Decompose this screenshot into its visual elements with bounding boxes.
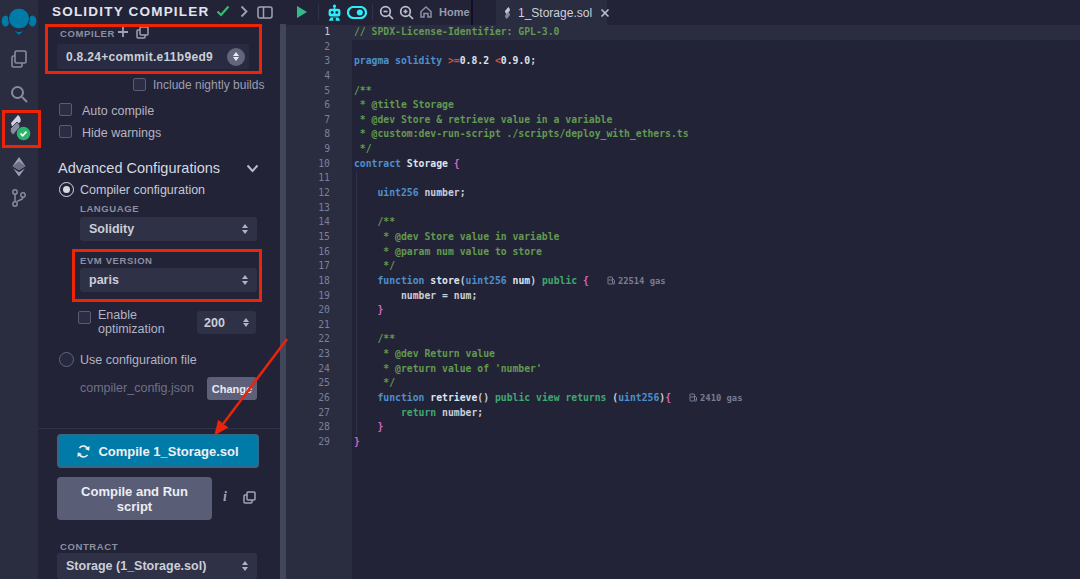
play-icon[interactable] (296, 5, 308, 19)
code-line: */ (354, 376, 742, 391)
nightly-builds-label: Include nightly builds (153, 78, 264, 92)
use-config-file-label: Use configuration file (80, 353, 197, 367)
editor-topbar: Home 1_Storage.sol (286, 0, 1080, 25)
compiler-config-radio[interactable] (59, 182, 74, 197)
annotation-box-compiler (45, 24, 262, 74)
auto-compile-checkbox[interactable] (59, 103, 72, 116)
code-line: * @dev Return value (354, 347, 742, 362)
zoom-out-icon[interactable] (379, 5, 394, 20)
tab-close-icon[interactable] (600, 8, 610, 18)
code-line: return number; (354, 406, 742, 421)
compile-success-check-icon (216, 5, 230, 17)
code-line: } (354, 303, 742, 318)
annotation-box-evm-version (72, 249, 262, 302)
code-line (354, 201, 742, 216)
panel-chevron-right-icon[interactable] (240, 5, 248, 18)
code-line: contract Storage { (354, 157, 742, 172)
enable-optimization-label: Enable optimization (98, 309, 165, 336)
solidity-file-icon (502, 6, 513, 20)
tab-storage-sol[interactable]: 1_Storage.sol (496, 0, 607, 25)
panel-divider (38, 428, 280, 429)
contract-value: Storage (1_Storage.sol) (66, 559, 206, 573)
compile-button[interactable]: Compile 1_Storage.sol (57, 434, 259, 468)
code-line: number = num; (354, 289, 742, 304)
tab-home[interactable]: Home (419, 5, 470, 19)
hide-warnings-label: Hide warnings (82, 126, 161, 140)
code-line (354, 318, 742, 333)
code-editor[interactable]: 1234567891011121314151617181920212223242… (286, 25, 1080, 579)
gas-estimate: 2410 gas (689, 391, 742, 406)
code-line: /** (354, 215, 742, 230)
contract-stepper-icon (242, 561, 248, 571)
zoom-in-icon[interactable] (399, 5, 414, 20)
gas-estimate: 22514 gas (607, 274, 666, 289)
optimization-runs-value: 200 (204, 316, 225, 330)
code-line: * @custom:dev-run-script ./scripts/deplo… (354, 127, 742, 142)
code-line (354, 171, 742, 186)
nightly-builds-checkbox[interactable] (133, 78, 146, 91)
refresh-icon (77, 445, 90, 458)
code-line: * @dev Store & retrieve value in a varia… (354, 113, 742, 128)
compile-and-run-button[interactable]: Compile and Run script (57, 477, 212, 520)
annotation-box-solidity-icon (2, 110, 41, 148)
language-value: Solidity (89, 222, 134, 236)
optimization-runs-input[interactable]: 200 (197, 311, 256, 334)
code-line: uint256 number; (354, 186, 742, 201)
search-icon[interactable] (0, 84, 38, 104)
deploy-run-icon[interactable] (0, 156, 38, 177)
code-line: */ (354, 259, 742, 274)
code-line: } (354, 420, 742, 435)
home-icon (419, 5, 433, 19)
advanced-chevron-down-icon[interactable] (246, 164, 259, 173)
code-line: function store(uint256 num) public {2251… (354, 274, 742, 289)
line-numbers: 1234567891011121314151617181920212223242… (286, 25, 330, 450)
runs-stepper-icon (243, 318, 249, 328)
code-line (354, 40, 742, 55)
code-line: */ (354, 142, 742, 157)
language-stepper-icon (242, 224, 248, 234)
ai-assistant-robot-icon[interactable] (326, 4, 343, 22)
contract-select[interactable]: Storage (1_Storage.sol) (57, 553, 257, 579)
enable-optimization-checkbox[interactable] (78, 311, 91, 324)
code-line: function retrieve() public view returns … (354, 391, 742, 406)
tab-separator (471, 0, 473, 25)
code-line: /** (354, 84, 742, 99)
ai-toggle-icon[interactable] (347, 6, 367, 19)
pin-panel-icon[interactable] (257, 6, 273, 19)
git-icon[interactable] (0, 188, 38, 208)
contract-section-label: CONTRACT (60, 541, 118, 552)
panel-title: SOLIDITY COMPILER (52, 4, 209, 19)
auto-compile-label: Auto compile (82, 104, 154, 118)
advanced-configurations-heading[interactable]: Advanced Configurations (58, 160, 220, 176)
tab-file-label: 1_Storage.sol (518, 6, 592, 20)
compiler-config-label: Compiler configuration (80, 183, 205, 197)
code-line: pragma solidity >=0.8.2 <0.9.0; (354, 54, 742, 69)
code-line (354, 69, 742, 84)
remix-logo-icon[interactable] (0, 6, 38, 36)
tab-home-label: Home (439, 6, 470, 18)
code-line: * @title Storage (354, 98, 742, 113)
use-config-file-radio[interactable] (59, 352, 74, 367)
code-line: * @param num value to store (354, 245, 742, 260)
code-line: * @return value of 'number' (354, 362, 742, 377)
code-line: // SPDX-License-Identifier: GPL-3.0 (354, 25, 742, 40)
code-line: /** (354, 332, 742, 347)
code-line: * @dev Store value in variable (354, 230, 742, 245)
config-file-name: compiler_config.json (80, 381, 194, 395)
change-config-button[interactable]: Change (207, 377, 257, 400)
code-content[interactable]: // SPDX-License-Identifier: GPL-3.0 prag… (354, 25, 742, 450)
code-line: } (354, 435, 742, 450)
info-icon[interactable]: i (223, 489, 227, 505)
file-explorer-icon[interactable] (0, 49, 38, 69)
language-label: LANGUAGE (80, 203, 139, 214)
copy-script-icon[interactable] (243, 491, 256, 504)
hide-warnings-checkbox[interactable] (59, 125, 72, 138)
icon-sidebar (0, 0, 38, 579)
language-select[interactable]: Solidity (80, 217, 257, 241)
